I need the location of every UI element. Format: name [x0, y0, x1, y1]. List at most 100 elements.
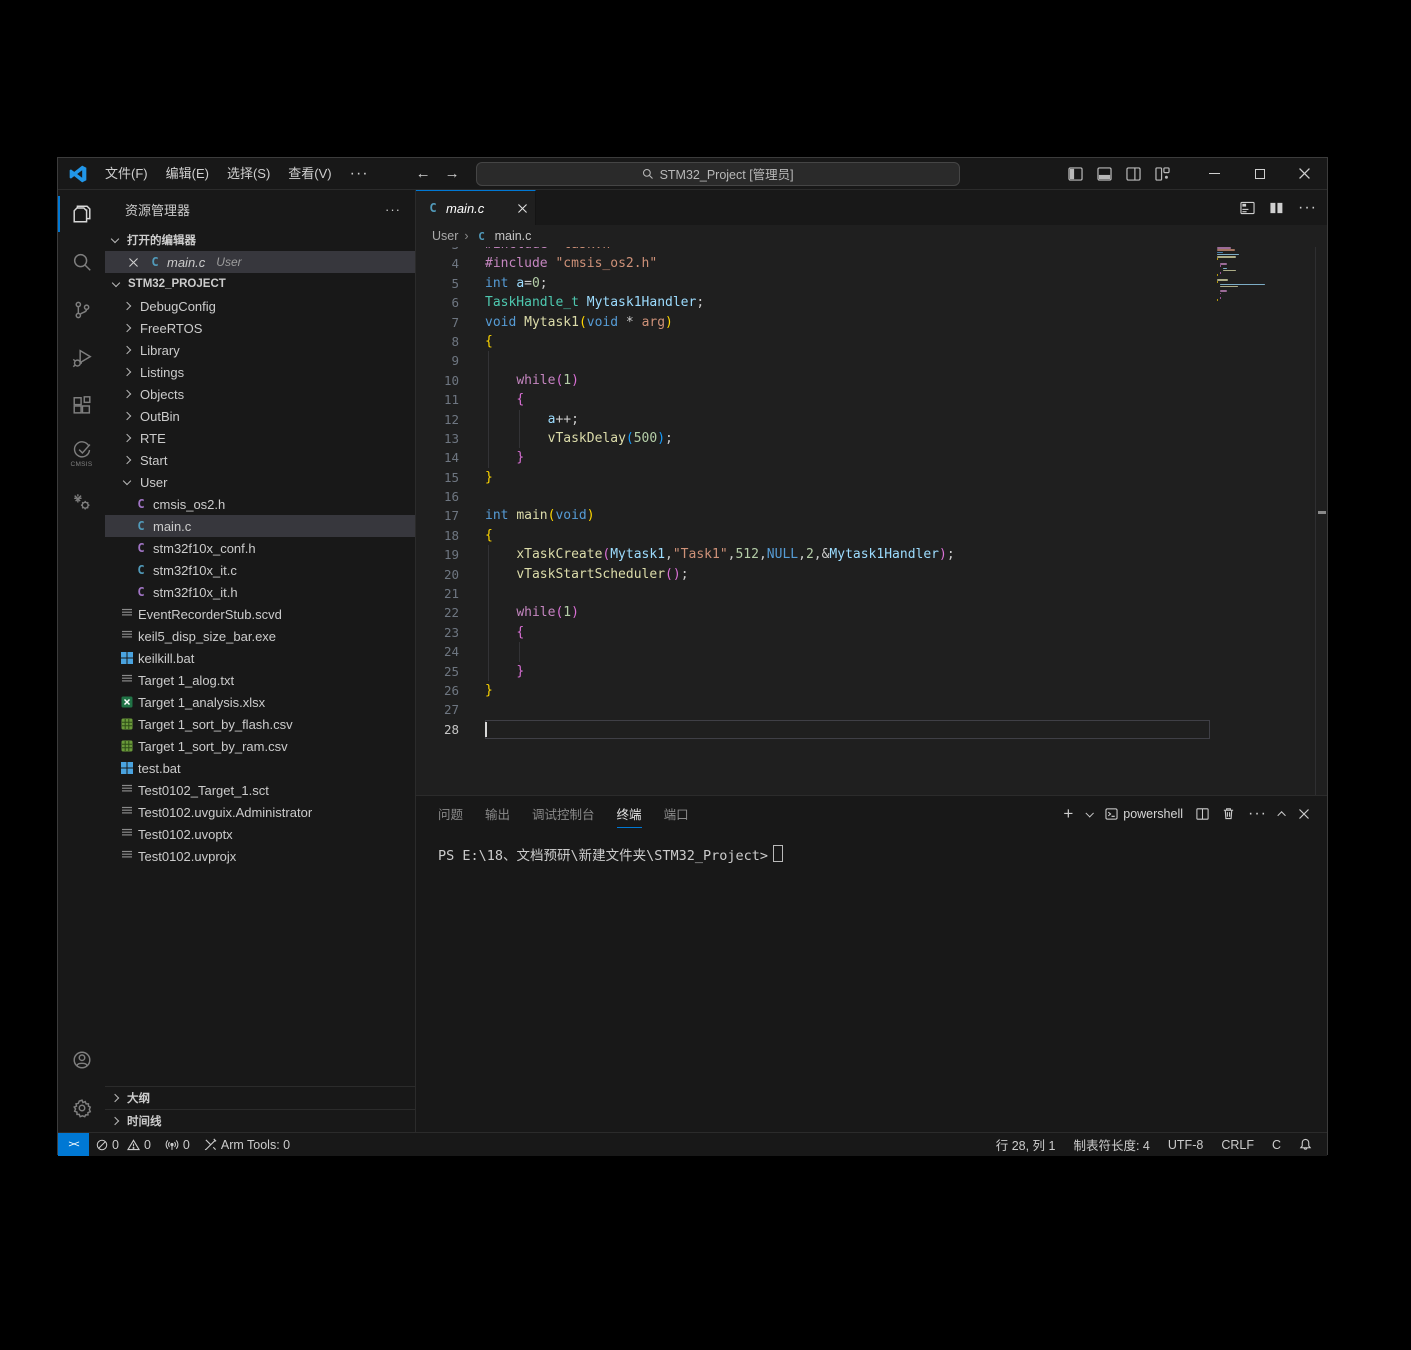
remote-indicator[interactable]: ><	[58, 1133, 89, 1156]
tree-item-test0102-uvprojx[interactable]: Test0102.uvprojx	[105, 845, 415, 867]
code-line-10[interactable]: 10 while(1)	[416, 371, 1327, 390]
extensions-icon[interactable]	[58, 382, 105, 430]
menu-more-button[interactable]: ···	[341, 165, 378, 183]
tree-item-cmsis-os2-h[interactable]: Ccmsis_os2.h	[105, 493, 415, 515]
explorer-more-actions[interactable]: ···	[385, 202, 401, 217]
customize-layout-icon[interactable]	[1155, 167, 1170, 181]
eol-status[interactable]: CRLF	[1212, 1133, 1263, 1156]
tree-item-rte[interactable]: RTE	[105, 427, 415, 449]
menu-item-0[interactable]: 文件(F)	[96, 159, 157, 189]
tab-main-c[interactable]: C main.c	[416, 190, 536, 225]
tree-item-target-1-alog-txt[interactable]: Target 1_alog.txt	[105, 669, 415, 691]
breadcrumb-folder[interactable]: User	[432, 229, 458, 243]
command-center-search[interactable]: STM32_Project [管理员]	[476, 162, 960, 186]
menu-item-3[interactable]: 查看(V)	[279, 159, 340, 189]
panel-more-actions-icon[interactable]: ···	[1248, 805, 1267, 823]
code-line-11[interactable]: 11 {	[416, 390, 1327, 409]
problems-status[interactable]: 0 0	[89, 1133, 158, 1156]
cmsis-icon[interactable]: CMSIS	[58, 430, 105, 478]
language-mode-status[interactable]: C	[1263, 1133, 1290, 1156]
tree-item-library[interactable]: Library	[105, 339, 415, 361]
tree-item-target-1-sort-by-ram-csv[interactable]: Target 1_sort_by_ram.csv	[105, 735, 415, 757]
tree-item-stm32f10x-conf-h[interactable]: Cstm32f10x_conf.h	[105, 537, 415, 559]
encoding-status[interactable]: UTF-8	[1159, 1133, 1212, 1156]
terminal-instance-powershell[interactable]: powershell	[1105, 807, 1183, 821]
toggle-panel-icon[interactable]	[1097, 167, 1112, 181]
run-debug-icon[interactable]	[58, 334, 105, 382]
code-line-22[interactable]: 22 while(1)	[416, 603, 1327, 622]
cursor-position-status[interactable]: 行 28, 列 1	[987, 1133, 1065, 1156]
preview-icon[interactable]	[1240, 201, 1255, 215]
tree-item-start[interactable]: Start	[105, 449, 415, 471]
code-line-21[interactable]: 21	[416, 584, 1327, 603]
code-line-20[interactable]: 20 vTaskStartScheduler();	[416, 565, 1327, 584]
breadcrumb-file[interactable]: main.c	[495, 229, 532, 243]
menu-item-1[interactable]: 编辑(E)	[157, 159, 218, 189]
editor-scrollbar[interactable]	[1315, 247, 1327, 795]
tree-item-target-1-analysis-xlsx[interactable]: Target 1_analysis.xlsx	[105, 691, 415, 713]
nav-forward-button[interactable]: →	[445, 165, 460, 182]
new-terminal-button[interactable]: +	[1063, 804, 1073, 824]
embedded-tools-icon[interactable]	[58, 478, 105, 526]
settings-gear-icon[interactable]	[58, 1084, 105, 1132]
tree-item-objects[interactable]: Objects	[105, 383, 415, 405]
minimap[interactable]	[1217, 247, 1267, 306]
panel-tab-2[interactable]: 调试控制台	[521, 796, 606, 831]
code-line-17[interactable]: 17int main(void)	[416, 506, 1327, 525]
tab-close-icon[interactable]	[518, 204, 527, 213]
tree-item-stm32f10x-it-c[interactable]: Cstm32f10x_it.c	[105, 559, 415, 581]
tree-item-keil5-disp-size-bar-exe[interactable]: keil5_disp_size_bar.exe	[105, 625, 415, 647]
code-line-23[interactable]: 23 {	[416, 623, 1327, 642]
tree-item-debugconfig[interactable]: DebugConfig	[105, 295, 415, 317]
notifications-bell[interactable]	[1290, 1133, 1321, 1156]
code-line-7[interactable]: 7void Mytask1(void * arg)	[416, 313, 1327, 332]
toggle-secondary-sidebar-icon[interactable]	[1126, 167, 1141, 181]
code-editor[interactable]: 3#include "task.h"4#include "cmsis_os2.h…	[416, 247, 1327, 795]
trash-icon[interactable]	[1222, 807, 1235, 820]
code-line-12[interactable]: 12 a++;	[416, 410, 1327, 429]
code-line-13[interactable]: 13 vTaskDelay(500);	[416, 429, 1327, 448]
tree-item-target-1-sort-by-flash-csv[interactable]: Target 1_sort_by_flash.csv	[105, 713, 415, 735]
code-line-28[interactable]: 28	[416, 720, 1327, 739]
close-window-button[interactable]	[1282, 158, 1327, 189]
tree-item-stm32f10x-it-h[interactable]: Cstm32f10x_it.h	[105, 581, 415, 603]
terminal-profile-dropdown-icon[interactable]	[1086, 809, 1094, 817]
more-actions-icon[interactable]: ···	[1298, 199, 1317, 217]
indentation-status[interactable]: 制表符长度: 4	[1064, 1133, 1158, 1156]
arm-tools-status[interactable]: Arm Tools: 0	[197, 1133, 297, 1156]
terminal-output[interactable]: PS E:\18、文档预研\新建文件夹\STM32_Project>	[416, 831, 1327, 864]
code-line-9[interactable]: 9	[416, 351, 1327, 370]
account-icon[interactable]	[58, 1036, 105, 1084]
source-control-icon[interactable]	[58, 286, 105, 334]
maximize-panel-icon[interactable]	[1277, 811, 1285, 819]
code-line-5[interactable]: 5int a=0;	[416, 274, 1327, 293]
tree-item-test0102-target-1-sct[interactable]: Test0102_Target_1.sct	[105, 779, 415, 801]
close-editor-icon[interactable]	[129, 258, 143, 267]
code-line-18[interactable]: 18{	[416, 526, 1327, 545]
code-line-14[interactable]: 14 }	[416, 448, 1327, 467]
tree-item-user[interactable]: User	[105, 471, 415, 493]
panel-tab-3[interactable]: 终端	[606, 796, 653, 831]
outline-section-header[interactable]: 大纲	[105, 1086, 415, 1109]
minimize-button[interactable]	[1192, 158, 1237, 189]
panel-tab-0[interactable]: 问题	[427, 796, 474, 831]
tree-item-keilkill-bat[interactable]: keilkill.bat	[105, 647, 415, 669]
split-terminal-icon[interactable]	[1196, 808, 1209, 820]
close-panel-icon[interactable]	[1299, 809, 1309, 819]
split-editor-icon[interactable]	[1269, 201, 1284, 215]
tree-item-main-c[interactable]: Cmain.c	[105, 515, 415, 537]
tree-item-test0102-uvoptx[interactable]: Test0102.uvoptx	[105, 823, 415, 845]
search-sidebar-icon[interactable]	[58, 238, 105, 286]
code-line-24[interactable]: 24	[416, 642, 1327, 661]
maximize-button[interactable]	[1237, 158, 1282, 189]
code-line-15[interactable]: 15}	[416, 468, 1327, 487]
code-line-27[interactable]: 27	[416, 700, 1327, 719]
timeline-section-header[interactable]: 时间线	[105, 1109, 415, 1132]
code-line-8[interactable]: 8{	[416, 332, 1327, 351]
open-editor-item-main-c[interactable]: C main.c User	[105, 251, 415, 273]
tree-item-freertos[interactable]: FreeRTOS	[105, 317, 415, 339]
tree-item-eventrecorderstub-scvd[interactable]: EventRecorderStub.scvd	[105, 603, 415, 625]
open-editors-header[interactable]: 打开的编辑器	[105, 229, 415, 251]
code-line-4[interactable]: 4#include "cmsis_os2.h"	[416, 254, 1327, 273]
tree-item-listings[interactable]: Listings	[105, 361, 415, 383]
